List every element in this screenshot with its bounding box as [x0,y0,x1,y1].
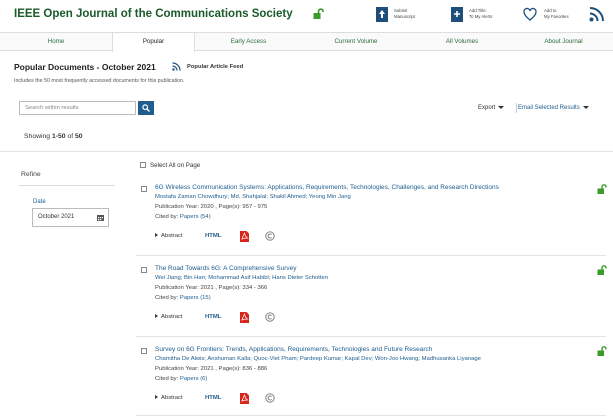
results-count: Showing 1-50 of 50 [24,133,83,140]
popular-article-feed-link[interactable]: Popular Article Feed [187,64,243,70]
tab-early-access[interactable]: Early Access [195,33,302,51]
date-filter-select[interactable]: October 2021 [32,208,109,227]
caret-right-icon [155,395,158,399]
date-filter-value: October 2021 [38,214,75,220]
tab-about-journal[interactable]: About Journal [514,33,613,51]
result-publication-info: Publication Year: 2021 , Page(s): 836 - … [155,366,268,372]
abstract-toggle[interactable]: Abstract [155,233,183,239]
add-to-alerts-button[interactable]: Add Title To My Alerts [451,5,513,27]
open-access-lock-icon [597,346,607,356]
cited-by-papers-link[interactable]: Papers (6) [180,376,208,382]
email-label: Email Selected Results [518,105,580,111]
pdf-icon[interactable] [240,231,249,242]
open-access-lock-icon [597,184,607,194]
export-label: Export [478,105,496,111]
cited-by-papers-link[interactable]: Papers (15) [180,295,211,301]
result-actions: Abstract HTML [155,231,355,242]
rss-icon[interactable] [589,6,605,22]
tab-popular[interactable]: Popular [112,33,195,52]
result-title-link[interactable]: Survey on 6G Frontiers: Trends, Applicat… [155,346,432,353]
result-cited-by: Cited by: Papers (6) [155,376,208,382]
cited-by-papers-link[interactable]: Papers (54) [180,214,211,220]
add-to-favorites-button[interactable]: Add to My Favorites [523,5,584,27]
submit-manuscript-button[interactable]: Submit Manuscript [376,5,436,27]
list-item: The Road Towards 6G: A Comprehensive Sur… [136,265,607,337]
page-title: Popular Documents - October 2021 [14,62,156,72]
pdf-icon[interactable] [240,393,249,404]
site-header: IEEE Open Journal of the Communications … [0,0,613,32]
main-nav: Home Popular Early Access Current Volume… [0,32,613,52]
date-filter-label[interactable]: Date [33,199,46,205]
chevron-down-icon [498,105,505,109]
page-description: Includes the 50 most frequently accessed… [14,78,185,84]
result-checkbox[interactable] [141,348,147,354]
list-item: Survey on 6G Frontiers: Trends, Applicat… [136,346,607,416]
tab-current-volume[interactable]: Current Volume [302,33,410,51]
result-authors[interactable]: Chamitha De Alwis; Anshuman Kalla; Quoc-… [155,356,481,362]
abstract-toggle[interactable]: Abstract [155,395,183,401]
result-authors[interactable]: Mostafa Zaman Chowdhury; Md. Shahjalal; … [155,194,351,200]
alert-doc-icon [451,7,463,22]
result-authors[interactable]: Wei Jiang; Bin Han; Mohammad Asif Habibi… [155,275,328,281]
list-item: 6G Wireless Communication Systems: Appli… [136,184,607,256]
tab-home[interactable]: Home [0,33,112,51]
result-cited-by: Cited by: Papers (54) [155,214,211,220]
checkbox[interactable] [140,162,146,168]
result-actions: Abstract HTML [155,312,355,323]
tab-all-volumes[interactable]: All Volumes [410,33,514,51]
caret-right-icon [155,314,158,318]
refine-heading: Refine [21,171,41,178]
result-checkbox[interactable] [141,186,147,192]
result-title-link[interactable]: The Road Towards 6G: A Comprehensive Sur… [155,265,297,272]
result-publication-info: Publication Year: 2020 , Page(s): 957 - … [155,204,268,210]
chevron-down-icon [582,105,589,109]
journal-title[interactable]: IEEE Open Journal of the Communications … [14,8,293,20]
export-dropdown[interactable]: Export [478,105,505,111]
result-title-link[interactable]: 6G Wireless Communication Systems: Appli… [155,184,499,191]
upload-doc-icon [376,7,388,22]
submit-label-line2: Manuscript [394,14,416,19]
html-link[interactable]: HTML [205,395,221,401]
copyright-icon[interactable] [265,231,275,241]
heart-icon [523,7,537,21]
result-publication-info: Publication Year: 2021 , Page(s): 334 - … [155,285,268,291]
search-icon [142,104,150,112]
search-within-results-input[interactable] [19,101,136,115]
select-all-checkbox[interactable]: Select All on Page [140,162,200,169]
toolbar-divider [516,103,517,113]
search-button[interactable] [138,101,154,115]
section-divider [0,151,613,152]
result-checkbox[interactable] [141,267,147,273]
html-link[interactable]: HTML [205,233,221,239]
email-selected-results-dropdown[interactable]: Email Selected Results [518,105,589,111]
html-link[interactable]: HTML [205,314,221,320]
pdf-icon[interactable] [240,312,249,323]
caret-right-icon [155,233,158,237]
open-access-lock-icon [597,265,607,275]
select-all-label: Select All on Page [150,162,201,169]
refine-divider [19,185,115,186]
abstract-toggle[interactable]: Abstract [155,314,183,320]
favorites-label-line2: My Favorites [544,14,569,19]
calendar-icon [97,215,104,221]
open-access-lock-icon [313,8,324,19]
result-actions: Abstract HTML [155,393,355,404]
alerts-label-line2: To My Alerts [469,14,493,19]
result-cited-by: Cited by: Papers (15) [155,295,211,301]
feed-rss-icon[interactable] [172,62,181,71]
copyright-icon[interactable] [265,312,275,322]
copyright-icon[interactable] [265,393,275,403]
